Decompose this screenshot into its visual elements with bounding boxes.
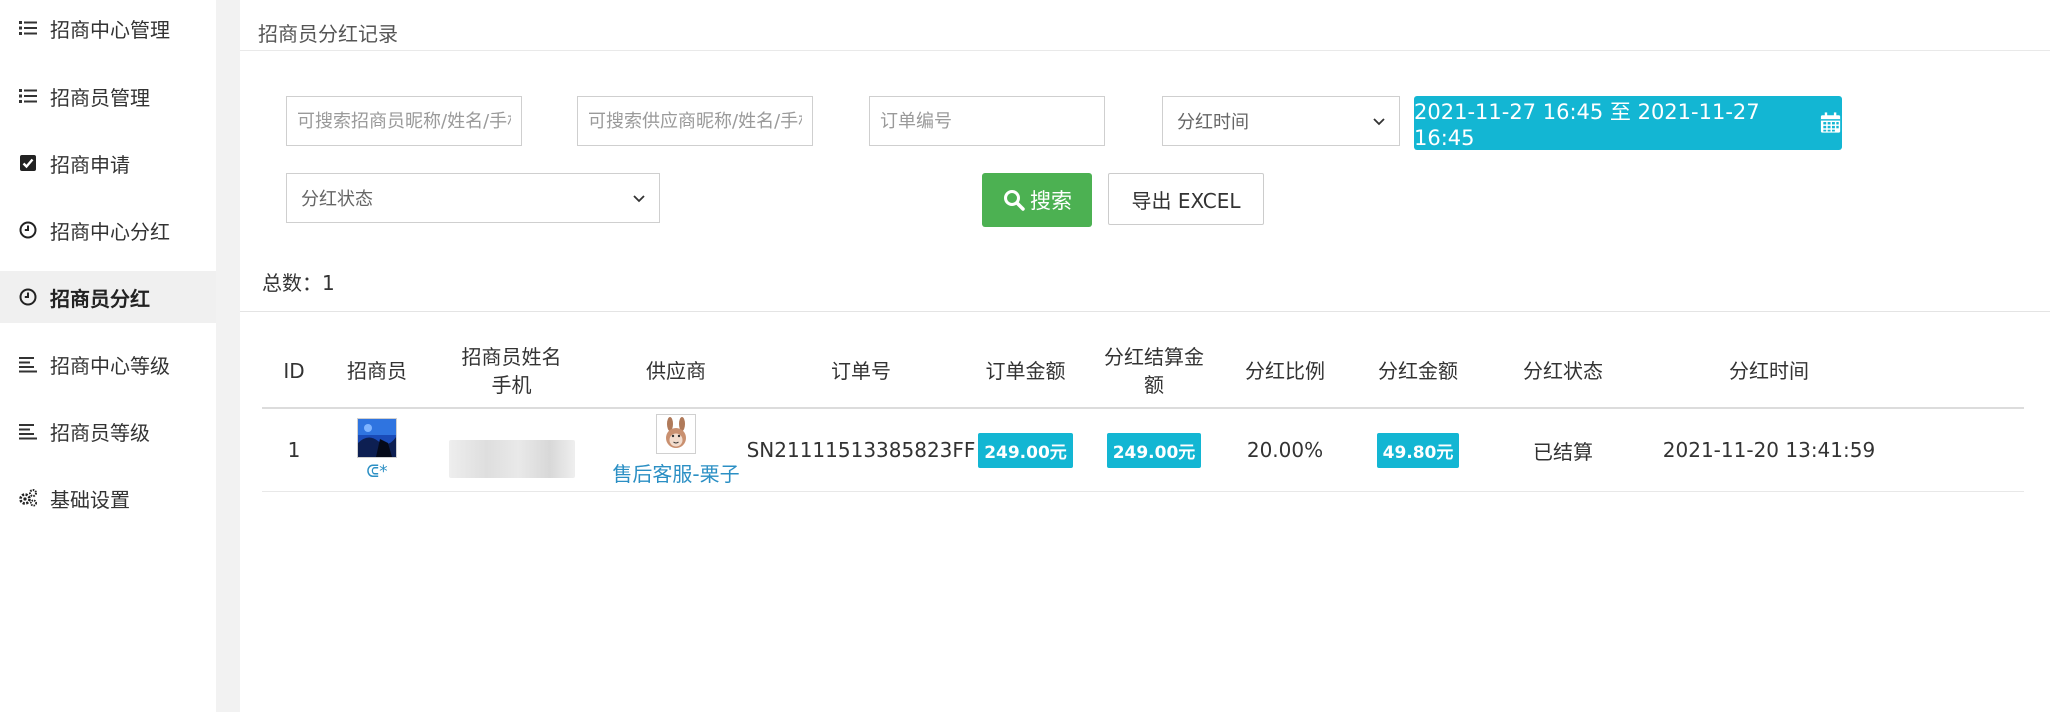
col-header-status: 分红状态	[1523, 359, 1603, 383]
export-excel-button[interactable]: 导出 EXCEL	[1108, 173, 1264, 225]
date-range-button[interactable]: 2021-11-27 16:45 至 2021-11-27 16:45	[1414, 96, 1842, 150]
sidebar-item-recruit-application[interactable]: 招商申请	[0, 137, 216, 189]
sidebar-item-label: 招商员管理	[50, 85, 150, 110]
sidebar-item-center-level[interactable]: 招商中心等级	[0, 338, 216, 390]
sidebar-item-center-dividend[interactable]: 招商中心分红	[0, 204, 216, 256]
cell-dividend: 49.80元	[1348, 409, 1488, 491]
list-icon	[18, 18, 38, 38]
search-button-label: 搜索	[1030, 189, 1072, 213]
time-type-select[interactable]: 分红时间	[1162, 96, 1400, 146]
col-header-order-no: 订单号	[831, 359, 891, 383]
align-left-icon	[18, 354, 38, 374]
main-panel: 招商员分红记录 分红时间 2021-11-27 16:45 至 2021-11-…	[240, 0, 2050, 712]
sidebar-item-recruiter-manage[interactable]: 招商员管理	[0, 70, 216, 122]
clock-icon	[18, 287, 38, 307]
search-button[interactable]: 搜索	[982, 173, 1092, 227]
col-header-dividend: 分红金额	[1378, 359, 1458, 383]
calendar-icon	[1820, 112, 1841, 133]
sidebar-item-label: 招商员分红	[50, 286, 150, 311]
dividend-amount-badge: 49.80元	[1376, 432, 1460, 468]
date-range-label: 2021-11-27 16:45 至 2021-11-27 16:45	[1414, 100, 1760, 150]
header-line: 额	[1144, 373, 1164, 397]
sidebar: 招商中心管理 招商员管理 招商申请 招商中心分红 招商员分红 招商中心等级 招商…	[0, 0, 216, 712]
align-left-icon	[18, 421, 38, 441]
supplier-avatar[interactable]	[656, 413, 696, 454]
recruiter-avatar[interactable]	[357, 418, 397, 458]
chevron-down-icon	[1373, 118, 1385, 126]
cell-settle-amount: 249.00元	[1086, 409, 1222, 491]
col-header-recruiter: 招商员	[347, 359, 407, 383]
col-header-ratio: 分红比例	[1245, 359, 1325, 383]
divider	[240, 311, 2050, 312]
status-select[interactable]: 分红状态	[286, 173, 660, 223]
total-label: 总数：	[262, 271, 322, 295]
sidebar-item-recruiter-dividend[interactable]: 招商员分红	[0, 271, 216, 323]
recruiter-nickname-link[interactable]: ᕳ*	[366, 462, 387, 482]
gears-icon	[18, 488, 38, 508]
search-icon	[1004, 190, 1025, 211]
cell-order-amount: 249.00元	[965, 409, 1086, 491]
col-header-order-amount: 订单金额	[985, 359, 1066, 383]
sidebar-item-basic-settings[interactable]: 基础设置	[0, 472, 216, 524]
cell-time: 2021-11-20 13:41:59	[1662, 438, 1876, 462]
cell-status: 已结算	[1533, 439, 1593, 464]
total-count: 总数：1	[262, 267, 335, 296]
order-amount-badge: 249.00元	[978, 432, 1073, 468]
col-header-settle-amount: 分红结算金 额	[1086, 335, 1222, 407]
col-header-id: ID	[283, 359, 305, 383]
order-number-input[interactable]	[869, 96, 1105, 146]
sidebar-item-recruit-center-manage[interactable]: 招商中心管理	[0, 2, 216, 54]
checkbox-icon	[18, 153, 38, 173]
status-selected: 分红状态	[301, 189, 373, 210]
col-header-time: 分红时间	[1729, 359, 1809, 383]
cell-recruiter-name-phone	[428, 409, 595, 491]
supplier-name-link[interactable]: 售后客服-栗子	[612, 458, 739, 487]
sidebar-item-label: 招商员等级	[50, 420, 150, 445]
page-title: 招商员分红记录	[258, 22, 398, 46]
cell-supplier: 售后客服-栗子	[595, 409, 757, 491]
settle-amount-badge: 249.00元	[1106, 432, 1202, 468]
sidebar-item-label: 招商申请	[50, 152, 130, 177]
cell-id: 1	[287, 438, 301, 462]
cell-ratio: 20.00%	[1246, 438, 1324, 462]
sidebar-item-label: 招商中心等级	[50, 353, 170, 378]
redacted-name-phone	[448, 440, 575, 478]
table-row-divider	[262, 491, 2024, 492]
header-line: 分红结算金	[1104, 345, 1204, 369]
total-value: 1	[322, 271, 335, 295]
sidebar-item-label: 招商中心分红	[50, 219, 170, 244]
time-type-selected: 分红时间	[1177, 112, 1249, 133]
col-header-supplier: 供应商	[646, 359, 706, 383]
chevron-down-icon	[633, 195, 645, 203]
cell-order-no: SN21111513385823FF	[746, 438, 976, 462]
divider	[240, 50, 2050, 51]
col-header-recruiter-name-phone: 招商员姓名 手机	[428, 335, 595, 407]
supplier-search-input[interactable]	[577, 96, 813, 146]
cell-recruiter: ᕳ*	[326, 409, 428, 491]
header-line: 手机	[491, 373, 532, 397]
list-icon	[18, 86, 38, 106]
sidebar-item-label: 基础设置	[50, 487, 130, 512]
header-line: 招商员姓名	[461, 345, 562, 369]
clock-icon	[18, 220, 38, 240]
sidebar-item-recruiter-level[interactable]: 招商员等级	[0, 405, 216, 457]
recruiter-search-input[interactable]	[286, 96, 522, 146]
sidebar-item-label: 招商中心管理	[50, 17, 170, 42]
